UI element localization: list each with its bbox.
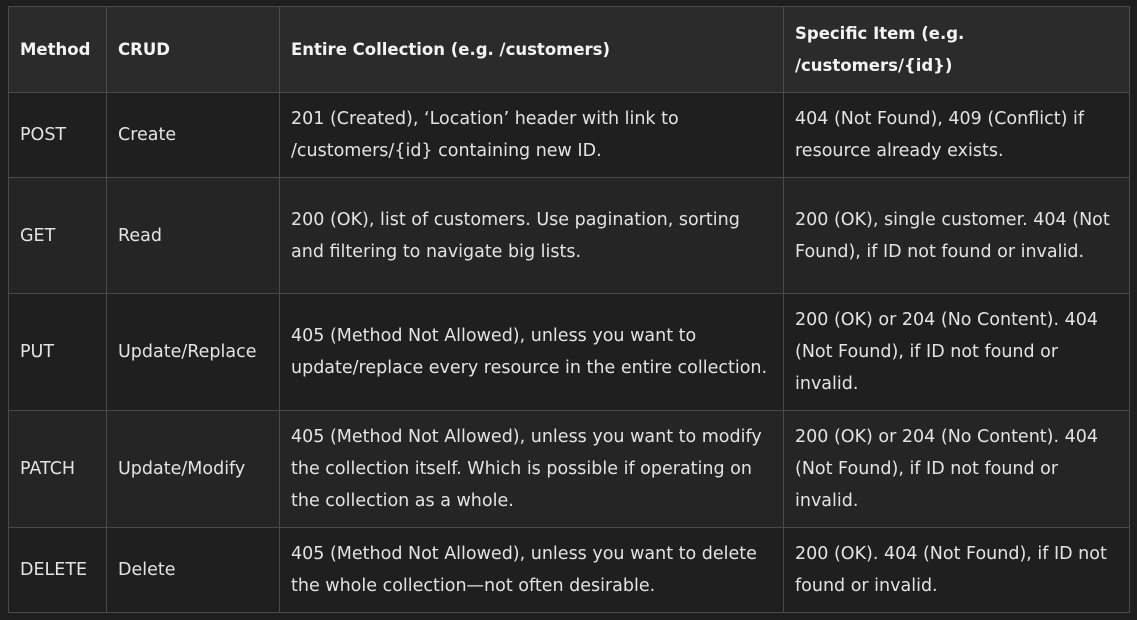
cell-item: 200 (OK) or 204 (No Content). 404 (Not F…: [783, 293, 1130, 411]
cell-collection: 405 (Method Not Allowed), unless you wan…: [279, 410, 784, 528]
cell-collection: 201 (Created), ‘Location’ header with li…: [279, 92, 784, 178]
cell-method: POST: [8, 92, 107, 178]
cell-crud: Update/Replace: [106, 293, 280, 411]
http-methods-table: Method CRUD Entire Collection (e.g. /cus…: [8, 6, 1130, 613]
cell-crud: Delete: [106, 527, 280, 613]
cell-item: 200 (OK) or 204 (No Content). 404 (Not F…: [783, 410, 1130, 528]
table-body: POST Create 201 (Created), ‘Location’ he…: [8, 92, 1130, 613]
cell-method: PATCH: [8, 410, 107, 528]
table-row-patch: PATCH Update/Modify 405 (Method Not Allo…: [8, 410, 1130, 528]
cell-collection: 200 (OK), list of customers. Use paginat…: [279, 177, 784, 294]
header-crud: CRUD: [106, 6, 280, 93]
cell-crud: Update/Modify: [106, 410, 280, 528]
cell-item: 200 (OK), single customer. 404 (Not Foun…: [783, 177, 1130, 294]
table-row-get: GET Read 200 (OK), list of customers. Us…: [8, 177, 1130, 294]
cell-method: PUT: [8, 293, 107, 411]
cell-method: DELETE: [8, 527, 107, 613]
header-entire-collection: Entire Collection (e.g. /customers): [279, 6, 784, 93]
cell-item: 200 (OK). 404 (Not Found), if ID not fou…: [783, 527, 1130, 613]
cell-collection: 405 (Method Not Allowed), unless you wan…: [279, 293, 784, 411]
table-row-post: POST Create 201 (Created), ‘Location’ he…: [8, 92, 1130, 178]
cell-crud: Create: [106, 92, 280, 178]
header-row: Method CRUD Entire Collection (e.g. /cus…: [8, 6, 1130, 93]
table-row-delete: DELETE Delete 405 (Method Not Allowed), …: [8, 527, 1130, 613]
table-row-put: PUT Update/Replace 405 (Method Not Allow…: [8, 293, 1130, 411]
page: Method CRUD Entire Collection (e.g. /cus…: [0, 0, 1137, 620]
cell-item: 404 (Not Found), 409 (Conflict) if resou…: [783, 92, 1130, 178]
cell-method: GET: [8, 177, 107, 294]
cell-collection: 405 (Method Not Allowed), unless you wan…: [279, 527, 784, 613]
header-specific-item: Specific Item (e.g. /customers/{id}): [783, 6, 1130, 93]
table-header: Method CRUD Entire Collection (e.g. /cus…: [8, 6, 1130, 93]
cell-crud: Read: [106, 177, 280, 294]
header-method: Method: [8, 6, 107, 93]
